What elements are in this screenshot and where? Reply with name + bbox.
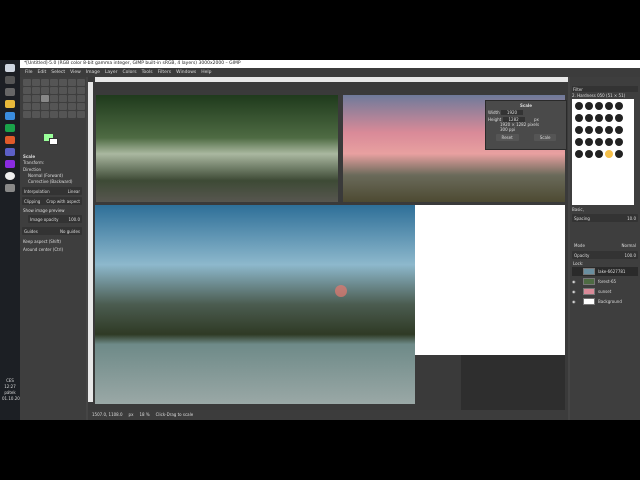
canvas-area[interactable]: Scale Width 1920 Height 1282 px 1920 × 1…: [88, 77, 568, 420]
start-icon[interactable]: [5, 64, 15, 72]
layer-item[interactable]: ◉ sunset: [572, 287, 638, 296]
dialog-title: Scale: [519, 103, 533, 108]
menu-image[interactable]: Image: [86, 70, 100, 75]
around-center-checkbox[interactable]: Around center (Ctrl): [23, 247, 63, 252]
resolution-info: 300 ppi: [500, 127, 516, 132]
empty-area: [461, 355, 565, 410]
menu-select[interactable]: Select: [51, 70, 65, 75]
selected-brush-label: 2. Hardness 050 (51 × 51): [572, 93, 626, 98]
transform-label: Transform:: [23, 160, 45, 165]
spacing-slider[interactable]: Spacing 10.0: [572, 214, 638, 222]
menu-bar: File Edit Select View Image Layer Colors…: [20, 68, 640, 77]
pointer-coords: 1507.0, 1108.0: [92, 412, 123, 417]
teams-icon[interactable]: [5, 148, 15, 156]
tool-options-title: Scale: [23, 154, 36, 159]
layer-item[interactable]: ◉ Background: [572, 297, 638, 306]
right-dock: Filter 2. Hardness 050 (51 × 51) Basic, …: [570, 77, 640, 420]
width-input[interactable]: 1920: [500, 110, 524, 115]
horizontal-ruler[interactable]: [95, 77, 568, 82]
interpolation-select[interactable]: Interpolation Linear: [22, 187, 82, 195]
tool-grid[interactable]: [23, 79, 85, 118]
menu-filters[interactable]: Filters: [158, 70, 172, 75]
lock-label: Lock:: [573, 261, 584, 266]
scale-pivot-handle[interactable]: [335, 285, 347, 297]
toolbox: Scale Transform: Direction Normal (Forwa…: [20, 77, 86, 420]
layer-item[interactable]: lake-6627781: [572, 267, 638, 276]
scale-dialog: Scale Width 1920 Height 1282 px 1920 × 1…: [485, 100, 567, 150]
app-icon[interactable]: [5, 160, 15, 168]
brush-grid[interactable]: [572, 99, 634, 205]
unit-select[interactable]: px: [129, 412, 134, 418]
windows-taskbar: CES 12:27 pátek 01.10.2021: [0, 60, 25, 420]
eye-icon: ◉: [572, 289, 576, 294]
zoom-select[interactable]: 18 %: [139, 412, 149, 418]
layer-mode-select[interactable]: Mode Normal: [572, 241, 638, 249]
show-preview-checkbox[interactable]: Show image preview: [23, 208, 65, 213]
task-view-icon[interactable]: [5, 88, 15, 96]
date: 01.10.2021: [2, 396, 25, 401]
vertical-ruler[interactable]: [88, 82, 93, 402]
menu-layer[interactable]: Layer: [105, 70, 118, 75]
search-icon[interactable]: [5, 76, 15, 84]
layer-opacity-slider[interactable]: Opacity 100.0: [572, 251, 638, 259]
forest-layer[interactable]: [96, 95, 338, 202]
background-layer: [415, 205, 565, 355]
status-message: Click-Drag to scale: [155, 412, 194, 417]
menu-view[interactable]: View: [70, 70, 81, 75]
brush-tag[interactable]: Basic,: [572, 207, 584, 212]
scale-button[interactable]: Scale: [533, 134, 557, 141]
clock[interactable]: CES 12:27 pátek 01.10.2021: [2, 378, 25, 402]
background-color[interactable]: [49, 138, 58, 145]
normal-radio[interactable]: Normal (Forward): [28, 173, 63, 178]
direction-label: Direction: [23, 167, 42, 172]
lake-layer[interactable]: [95, 205, 415, 404]
edge-icon[interactable]: [5, 112, 15, 120]
guides-select[interactable]: Guides No guides: [22, 227, 82, 235]
file-explorer-icon[interactable]: [5, 100, 15, 108]
menu-windows[interactable]: Windows: [176, 70, 196, 75]
brush-filter-input[interactable]: Filter: [572, 86, 638, 92]
title-bar: *[Untitled]-5.0 (RGB color 8-bit gamma i…: [20, 60, 640, 68]
layer-item[interactable]: ◉ forest-65: [572, 277, 638, 286]
menu-colors[interactable]: Colors: [122, 70, 136, 75]
width-label: Width: [488, 110, 500, 115]
keep-aspect-checkbox[interactable]: Keep aspect (Shift): [23, 239, 61, 244]
clipping-select[interactable]: Clipping Crop with aspect: [22, 197, 82, 205]
firefox-icon[interactable]: [5, 136, 15, 144]
reset-button[interactable]: Reset: [495, 134, 519, 141]
image-opacity-slider[interactable]: Image opacity 100.0: [28, 215, 82, 223]
gimp-icon[interactable]: [5, 184, 15, 192]
eye-icon: ◉: [572, 299, 576, 304]
menu-file[interactable]: File: [25, 70, 33, 75]
status-bar: 1507.0, 1108.0 px 18 % Click-Drag to sca…: [88, 410, 568, 420]
obs-icon[interactable]: [5, 172, 15, 180]
menu-help[interactable]: Help: [201, 70, 211, 75]
eye-icon: ◉: [572, 279, 576, 284]
corrective-radio[interactable]: Corrective (Backward): [28, 179, 72, 184]
menu-tools[interactable]: Tools: [142, 70, 153, 75]
gimp-window: *[Untitled]-5.0 (RGB color 8-bit gamma i…: [20, 60, 640, 420]
menu-edit[interactable]: Edit: [38, 70, 47, 75]
app-icon[interactable]: [5, 124, 15, 132]
